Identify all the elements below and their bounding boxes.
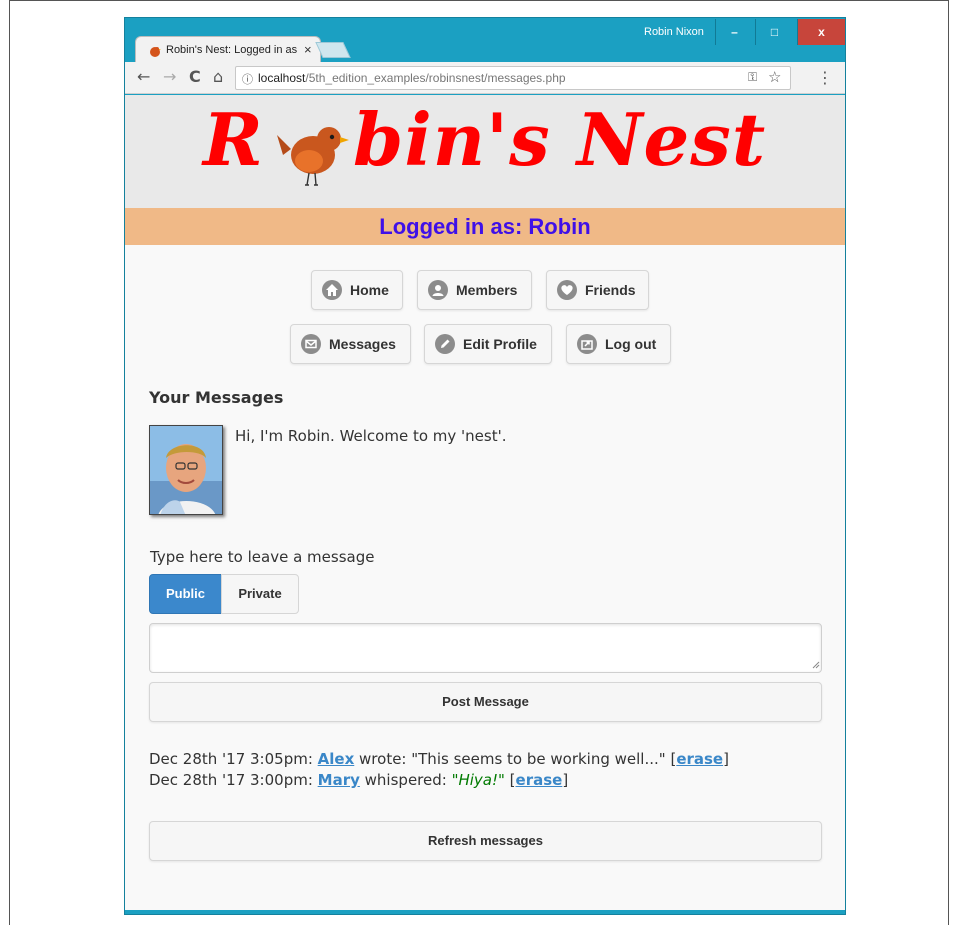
erase-close-bracket: ]	[562, 771, 569, 789]
page-content: R bin's Nest Logged in as: Robin Home Me…	[125, 95, 845, 910]
erase-link[interactable]: erase	[516, 771, 563, 789]
refresh-messages-button[interactable]: Refresh messages	[149, 821, 822, 861]
nav-home-label: Home	[350, 282, 389, 298]
message-user-link[interactable]: Mary	[318, 771, 360, 789]
back-arrow-icon[interactable]: ←	[137, 68, 150, 86]
home-icon[interactable]: ⌂	[213, 68, 223, 86]
mail-icon	[301, 334, 321, 354]
message-text: "Hiya!"	[451, 771, 505, 789]
profile-user-name[interactable]: Robin Nixon	[644, 26, 704, 38]
home-icon	[322, 280, 342, 300]
nav-messages-button[interactable]: Messages	[290, 324, 411, 364]
nav-friends-label: Friends	[585, 282, 636, 298]
erase-link[interactable]: erase	[676, 750, 723, 768]
nav-friends-button[interactable]: Friends	[546, 270, 649, 310]
browser-toolbar: ← → C ⌂ ⓘ localhost/5th_edition_examples…	[125, 62, 845, 94]
message-text: "This seems to be working well..."	[411, 750, 666, 768]
message-input[interactable]	[149, 623, 822, 673]
avatar-photo	[150, 426, 222, 514]
address-url: localhost/5th_edition_examples/robinsnes…	[258, 71, 566, 85]
url-path: /5th_edition_examples/robinsnest/message…	[305, 71, 566, 85]
site-info-icon[interactable]: ⓘ	[242, 71, 253, 87]
resize-grip-icon[interactable]	[812, 661, 820, 669]
message-date: Dec 28th '17 3:00pm:	[149, 771, 318, 789]
message-verb: whispered:	[359, 771, 452, 789]
nav-home-button[interactable]: Home	[311, 270, 403, 310]
address-bar[interactable]: ⓘ localhost/5th_edition_examples/robinsn…	[235, 66, 791, 90]
reload-icon[interactable]: C	[189, 68, 201, 86]
user-icon	[428, 280, 448, 300]
leave-message-label: Type here to leave a message	[150, 548, 375, 566]
title-bar: Robin's Nest: Logged in as Robin × Robin…	[125, 18, 845, 63]
pencil-icon	[435, 334, 455, 354]
erase-open-bracket: [	[665, 750, 677, 768]
logout-icon	[577, 334, 597, 354]
message-user-link[interactable]: Alex	[318, 750, 355, 768]
menu-dots-icon[interactable]: ⋮	[817, 68, 833, 87]
nav-members-label: Members	[456, 282, 518, 298]
message-verb: wrote:	[354, 750, 412, 768]
profile-greeting: Hi, I'm Robin. Welcome to my 'nest'.	[235, 427, 507, 445]
bookmark-star-icon[interactable]: ☆	[768, 68, 781, 86]
nav-members-button[interactable]: Members	[417, 270, 532, 310]
post-message-button[interactable]: Post Message	[149, 682, 822, 722]
close-window-button[interactable]: x	[797, 19, 845, 45]
key-icon[interactable]: ⚿	[748, 70, 757, 85]
site-banner: R bin's Nest	[125, 95, 845, 208]
robin-bird-icon	[277, 127, 349, 186]
robin-favicon-icon	[150, 47, 161, 57]
message-item: Dec 28th '17 3:00pm: Mary whispered: "Hi…	[149, 771, 568, 789]
url-host: localhost	[258, 71, 306, 85]
nav-edit-profile-button[interactable]: Edit Profile	[424, 324, 552, 364]
forward-arrow-icon[interactable]: →	[163, 68, 176, 86]
tab-close-icon[interactable]: ×	[304, 42, 312, 57]
message-item: Dec 28th '17 3:05pm: Alex wrote: "This s…	[149, 750, 729, 768]
private-toggle[interactable]: Private	[221, 574, 299, 614]
public-toggle[interactable]: Public	[149, 574, 222, 614]
erase-open-bracket: [	[504, 771, 516, 789]
heart-icon	[557, 280, 577, 300]
maximize-button[interactable]: □	[755, 19, 793, 45]
nav-messages-label: Messages	[329, 336, 396, 352]
page-title: Your Messages	[149, 388, 284, 407]
nav-logout-button[interactable]: Log out	[566, 324, 671, 364]
minimize-button[interactable]: –	[715, 19, 753, 45]
tab-title: Robin's Nest: Logged in as Robin	[166, 44, 298, 56]
logged-in-status: Logged in as: Robin	[125, 208, 845, 245]
logo-rest: bin's Nest	[353, 97, 767, 182]
nav-edit-profile-label: Edit Profile	[463, 336, 537, 352]
nav-logout-label: Log out	[605, 336, 657, 352]
browser-tab[interactable]: Robin's Nest: Logged in as Robin ×	[135, 36, 321, 63]
browser-window: Robin's Nest: Logged in as Robin × Robin…	[124, 17, 846, 915]
profile-avatar	[149, 425, 223, 515]
message-date: Dec 28th '17 3:05pm:	[149, 750, 318, 768]
logo-first-letter: R	[203, 97, 264, 182]
erase-close-bracket: ]	[723, 750, 729, 768]
